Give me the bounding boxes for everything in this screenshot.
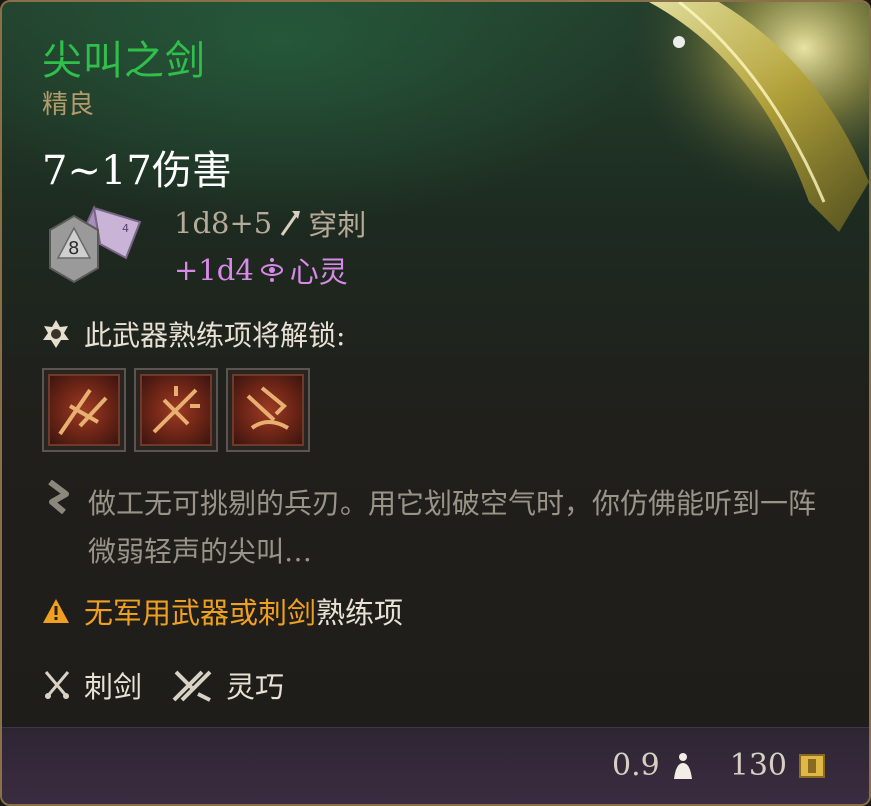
warning-highlight: 无军用武器或刺剑 bbox=[84, 596, 317, 630]
piercing-arrow-icon bbox=[280, 211, 301, 236]
rapier-crossed-icon bbox=[44, 671, 70, 699]
damage-dice: 1d8+5 bbox=[174, 206, 273, 240]
damage-line-psychic: +1d4 心灵 bbox=[174, 249, 348, 291]
weapon-action-slash-icon bbox=[48, 374, 120, 446]
damage-total: 7~17伤害 bbox=[42, 148, 232, 194]
property-label: 灵巧 bbox=[226, 670, 285, 704]
property-finesse[interactable]: 灵巧 bbox=[172, 664, 284, 706]
svg-text:4: 4 bbox=[122, 222, 129, 235]
damage-type: 心灵 bbox=[289, 255, 348, 289]
damage-line-piercing: 1d8+5 穿刺 bbox=[174, 202, 366, 244]
warning-icon bbox=[43, 599, 69, 623]
item-tooltip: 尖叫之剑 精良 7~17伤害 4 8 1d8+5 穿刺 +1d4 心灵 此武器熟… bbox=[0, 0, 871, 806]
weapon-action-pierce-icon bbox=[140, 374, 212, 446]
sword-blade-art bbox=[609, 2, 869, 232]
property-rapier[interactable]: 刺剑 bbox=[42, 664, 142, 706]
item-rarity: 精良 bbox=[42, 90, 95, 120]
weapon-action-slot[interactable] bbox=[134, 368, 218, 452]
weapon-action-slot[interactable] bbox=[42, 368, 126, 452]
dice-icon: 4 8 bbox=[49, 204, 142, 284]
proficiency-unlock-label: 此武器熟练项将解锁: bbox=[84, 319, 346, 352]
item-value: 130 bbox=[729, 748, 787, 783]
damage-dice: +1d4 bbox=[174, 253, 254, 287]
weapon-action-hamstring-icon bbox=[232, 374, 304, 446]
item-description: 做工无可挑剔的兵刃。用它划破空气时，你仿佛能听到一阵微弱轻声的尖叫… bbox=[42, 480, 832, 576]
weapon-action-slot[interactable] bbox=[226, 368, 310, 452]
gold-coin-icon bbox=[799, 753, 825, 778]
damage-type: 穿刺 bbox=[308, 208, 367, 242]
die-label: 8 bbox=[68, 238, 79, 259]
psychic-eye-icon bbox=[260, 258, 283, 282]
item-footer: 0.9 130 bbox=[2, 727, 869, 804]
item-weight: 0.9 bbox=[612, 748, 660, 783]
weight-icon bbox=[673, 752, 692, 779]
proficiency-unlock: 此武器熟练项将解锁: bbox=[42, 314, 345, 354]
item-name: 尖叫之剑 bbox=[42, 38, 206, 84]
quill-icon bbox=[48, 480, 69, 514]
weapon-actions bbox=[42, 368, 310, 452]
description-text: 做工无可挑剔的兵刃。用它划破空气时，你仿佛能听到一阵微弱轻声的尖叫… bbox=[88, 487, 817, 568]
property-label: 刺剑 bbox=[84, 670, 143, 704]
weapon-properties: 刺剑 灵巧 bbox=[42, 664, 314, 706]
proficiency-badge-icon bbox=[43, 320, 69, 348]
warning-rest: 熟练项 bbox=[316, 596, 404, 630]
finesse-icon bbox=[172, 670, 212, 702]
proficiency-warning: 无军用武器或刺剑熟练项 bbox=[42, 590, 403, 632]
